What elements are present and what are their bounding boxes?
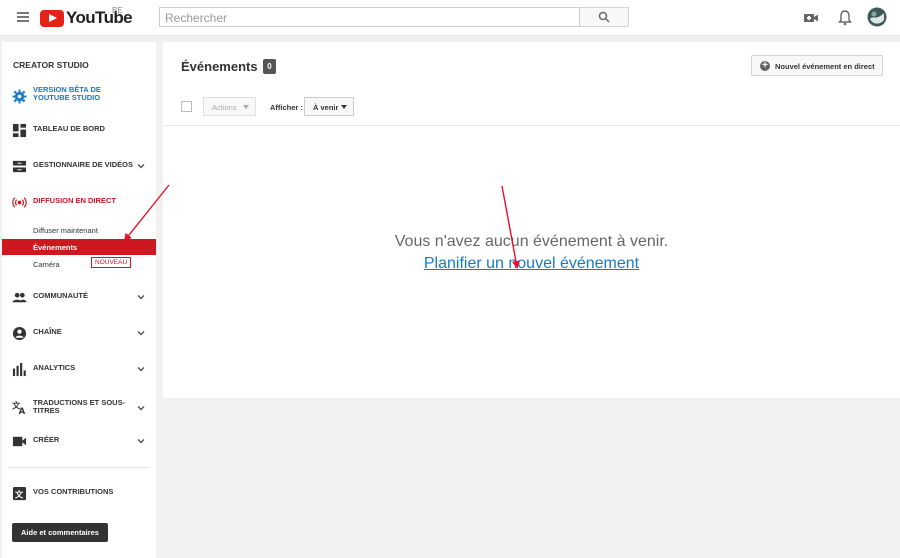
sidebar-subitem-label: Diffuser maintenant (33, 226, 98, 235)
menu-icon[interactable] (17, 12, 29, 22)
new-live-event-label: Nouvel événement en direct (775, 62, 875, 71)
sidebar-item-label: TRADUCTIONS ET SOUS- TITRES (33, 398, 126, 415)
people-icon (12, 292, 27, 303)
chevron-down-icon[interactable] (136, 364, 146, 374)
sidebar-item-label: TABLEAU DE BORD (33, 124, 105, 133)
translate-icon: 文A (12, 400, 26, 415)
sidebar-item-label: COMMUNAUTÉ (33, 291, 88, 300)
upload-video-icon[interactable] (802, 9, 820, 27)
chevron-down-icon[interactable] (136, 403, 146, 413)
sidebar-divider (8, 467, 148, 468)
svg-text:A: A (19, 406, 26, 415)
chevron-down-icon[interactable] (136, 436, 146, 446)
sidebar-item-label: VERSION BÊTA DE YOUTUBE STUDIO (33, 85, 101, 102)
sidebar-item-community[interactable]: COMMUNAUTÉ (2, 288, 156, 308)
sidebar-item-label: CRÉER (33, 435, 60, 444)
avatar[interactable] (867, 7, 887, 27)
help-feedback-button[interactable]: Aide et commentaires (12, 523, 108, 542)
dashboard-icon (12, 123, 27, 138)
sidebar-subitem-events[interactable]: Événements (2, 239, 156, 255)
search-icon (598, 11, 610, 23)
svg-text:文: 文 (15, 489, 24, 499)
show-filter-select[interactable]: À venir (304, 97, 354, 116)
gear-icon (12, 89, 27, 104)
sidebar-item-label: DIFFUSION EN DIRECT (33, 196, 116, 205)
sidebar-item-label: ANALYTICS (33, 363, 76, 372)
select-all-checkbox[interactable] (181, 101, 192, 112)
top-bar: YouTube BE Rechercher (0, 0, 900, 36)
sidebar-title: CREATOR STUDIO (13, 60, 89, 70)
toolbar-divider (163, 125, 900, 126)
video-camera-icon (12, 436, 27, 447)
sidebar-item-translations[interactable]: 文A TRADUCTIONS ET SOUS- TITRES (2, 396, 156, 420)
play-logo-icon (40, 9, 64, 27)
sidebar-subitem-label: Caméra (33, 260, 60, 269)
page-title: Événements (181, 59, 258, 74)
chevron-down-icon[interactable] (136, 328, 146, 338)
sidebar-item-live[interactable]: DIFFUSION EN DIRECT (2, 193, 156, 213)
event-count-badge: 0 (263, 59, 276, 74)
sidebar-item-dashboard[interactable]: TABLEAU DE BORD (2, 121, 156, 141)
caret-down-icon (341, 105, 347, 109)
show-filter-value: À venir (313, 103, 339, 112)
new-badge: NOUVEAU (91, 257, 132, 268)
sidebar: CREATOR STUDIO VERSION BÊTA DE YOUTUBE ST… (2, 42, 156, 558)
plus-circle-icon: + (760, 61, 770, 71)
sidebar-subitem-stream-now[interactable]: Diffuser maintenant (2, 222, 156, 238)
bar-chart-icon (12, 362, 26, 377)
account-circle-icon (12, 326, 27, 341)
sidebar-item-label: CHAÎNE (33, 327, 62, 336)
chevron-down-icon[interactable] (136, 292, 146, 302)
sidebar-item-studio-beta[interactable]: VERSION BÊTA DE YOUTUBE STUDIO (2, 85, 156, 109)
sidebar-item-create[interactable]: CRÉER (2, 432, 156, 452)
sidebar-item-channel[interactable]: CHAÎNE (2, 324, 156, 344)
video-manager-icon (12, 160, 27, 173)
main-panel: Événements 0 + Nouvel événement en direc… (163, 42, 900, 398)
sidebar-item-label: GESTIONNAIRE DE VIDÉOS (33, 160, 134, 169)
search-input[interactable]: Rechercher (159, 7, 580, 27)
chevron-down-icon[interactable] (136, 161, 146, 171)
region-code: BE (112, 6, 123, 15)
sidebar-item-label: VOS CONTRIBUTIONS (33, 487, 114, 496)
sidebar-item-video-manager[interactable]: GESTIONNAIRE DE VIDÉOS (2, 157, 156, 177)
bell-icon[interactable] (836, 9, 854, 27)
new-live-event-button[interactable]: + Nouvel événement en direct (751, 55, 883, 76)
sidebar-subitem-label: Événements (33, 243, 78, 252)
sidebar-item-contributions[interactable]: 文 VOS CONTRIBUTIONS (2, 484, 156, 504)
actions-dropdown[interactable]: Actions (203, 97, 256, 116)
caret-down-icon (243, 105, 249, 109)
search-button[interactable] (580, 7, 629, 27)
empty-state-message: Vous n'avez aucun événement à venir. (394, 233, 669, 250)
sidebar-subitem-camera[interactable]: Caméra NOUVEAU (2, 256, 156, 272)
live-broadcast-icon (12, 197, 27, 208)
schedule-event-link[interactable]: Planifier un nouvel événement (163, 255, 900, 273)
sidebar-item-analytics[interactable]: ANALYTICS (2, 360, 156, 380)
show-filter-label: Afficher : (270, 103, 303, 112)
actions-label: Actions (212, 103, 237, 112)
translate-box-icon: 文 (12, 486, 27, 501)
